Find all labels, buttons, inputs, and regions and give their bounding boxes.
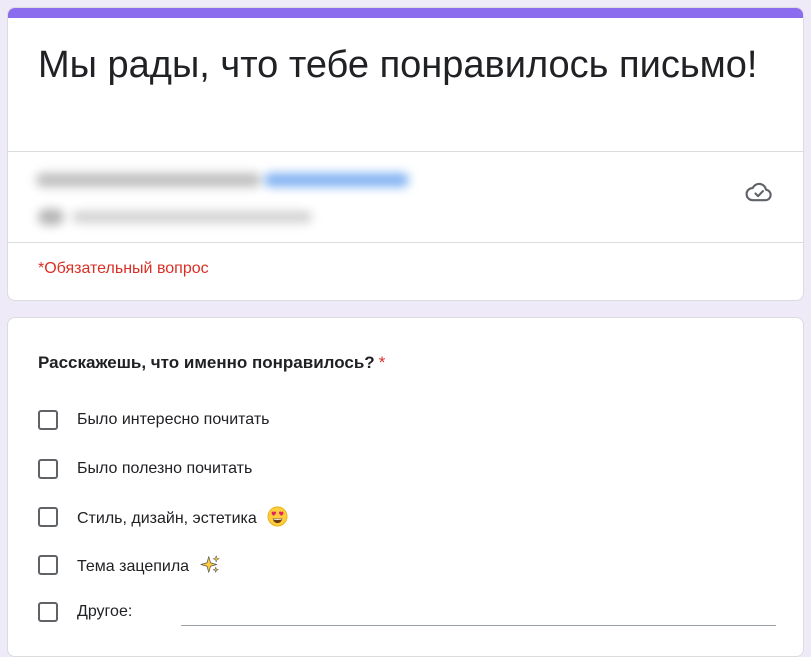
option-label: Другое:: [77, 603, 133, 620]
checkbox[interactable]: [38, 507, 58, 527]
sparkles-emoji-icon: [200, 555, 220, 573]
option-label-wrapper: Стиль, дизайн, эстетика: [77, 506, 288, 528]
option-label-wrapper: Тема зацепила: [77, 554, 221, 576]
option-label: Стиль, дизайн, эстетика: [77, 510, 257, 527]
switch-account-link-blurred[interactable]: [264, 173, 409, 187]
question-text: Расскажешь, что именно понравилось?: [38, 353, 375, 372]
not-shared-icon-blurred: [38, 209, 64, 225]
cloud-check-icon[interactable]: [745, 178, 773, 206]
checkbox[interactable]: [38, 602, 58, 622]
other-text-input[interactable]: [181, 625, 776, 626]
account-divider: [8, 242, 803, 243]
checkbox[interactable]: [38, 410, 58, 430]
option-topic[interactable]: Тема зацепила: [38, 552, 221, 578]
option-label: Было интересно почитать: [77, 411, 270, 428]
question-card: Расскажешь, что именно понравилось? * Был…: [7, 317, 804, 657]
option-label: Было полезно почитать: [77, 460, 253, 477]
checkbox[interactable]: [38, 459, 58, 479]
option-useful[interactable]: Было полезно почитать: [38, 456, 252, 482]
required-question-note: *Обязательный вопрос: [38, 260, 209, 277]
option-other[interactable]: Другое:: [38, 599, 132, 625]
option-style[interactable]: Стиль, дизайн, эстетика: [38, 504, 288, 530]
checkbox[interactable]: [38, 555, 58, 575]
accent-bar: [8, 8, 803, 18]
form-header-card: Мы рады, что тебе понравилось письмо! *О…: [7, 7, 804, 301]
not-shared-text-blurred: [72, 211, 312, 223]
question-title: Расскажешь, что именно понравилось? *: [38, 353, 385, 373]
account-info-row: [8, 153, 803, 242]
account-email-blurred: [36, 173, 261, 187]
heart-eyes-emoji-icon: [267, 506, 288, 527]
form-title: Мы рады, что тебе понравилось письмо!: [38, 44, 758, 86]
header-divider: [8, 151, 803, 152]
required-asterisk: *: [378, 353, 386, 372]
option-label: Тема зацепила: [77, 558, 190, 575]
option-interesting[interactable]: Было интересно почитать: [38, 407, 270, 433]
